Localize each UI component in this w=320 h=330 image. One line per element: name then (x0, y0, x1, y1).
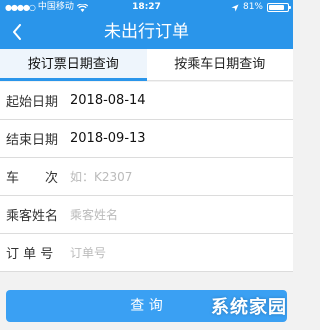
query-form: 起始日期 2018-08-14 结束日期 2018-09-13 车 次 如：K2… (0, 82, 293, 272)
order-number-row: 订 单 号 订单号 (0, 234, 293, 272)
order-number-label: 订 单 号 (6, 247, 54, 262)
passenger-name-label: 乘客姓名 (6, 209, 59, 224)
train-number-row: 车 次 如：K2307 (0, 158, 293, 196)
passenger-name-row: 乘客姓名 乘客姓名 (0, 196, 293, 234)
tab-booking-date[interactable]: 按订票日期查询 (0, 49, 147, 81)
train-number-input[interactable]: 如：K2307 (70, 168, 132, 185)
tab-travel-date[interactable]: 按乘车日期查询 (147, 49, 294, 80)
passenger-name-input[interactable]: 乘客姓名 (70, 206, 118, 223)
end-date-label: 结束日期 (6, 133, 59, 148)
start-date-row[interactable]: 起始日期 2018-08-14 (0, 82, 293, 120)
end-date-field[interactable]: 2018-09-13 (70, 131, 146, 146)
end-date-row[interactable]: 结束日期 2018-09-13 (0, 120, 293, 158)
battery-icon (267, 3, 291, 12)
battery-percent: 81% (242, 2, 263, 12)
watermark: 系统家园 (211, 297, 287, 318)
start-date-label: 起始日期 (6, 95, 59, 110)
status-bar: ●●●●○ 中国移动 18:27 81% (0, 0, 293, 15)
order-number-input[interactable]: 订单号 (70, 244, 106, 261)
header: ●●●●○ 中国移动 18:27 81% 未出行订单 (0, 0, 293, 49)
page-title: 未出行订单 (104, 22, 189, 42)
train-number-label: 车 次 (6, 171, 59, 186)
start-date-field[interactable]: 2018-08-14 (70, 93, 146, 108)
query-tabs: 按订票日期查询 按乘车日期查询 (0, 49, 293, 81)
location-icon (231, 4, 239, 11)
nav-bar: 未出行订单 (0, 15, 293, 49)
